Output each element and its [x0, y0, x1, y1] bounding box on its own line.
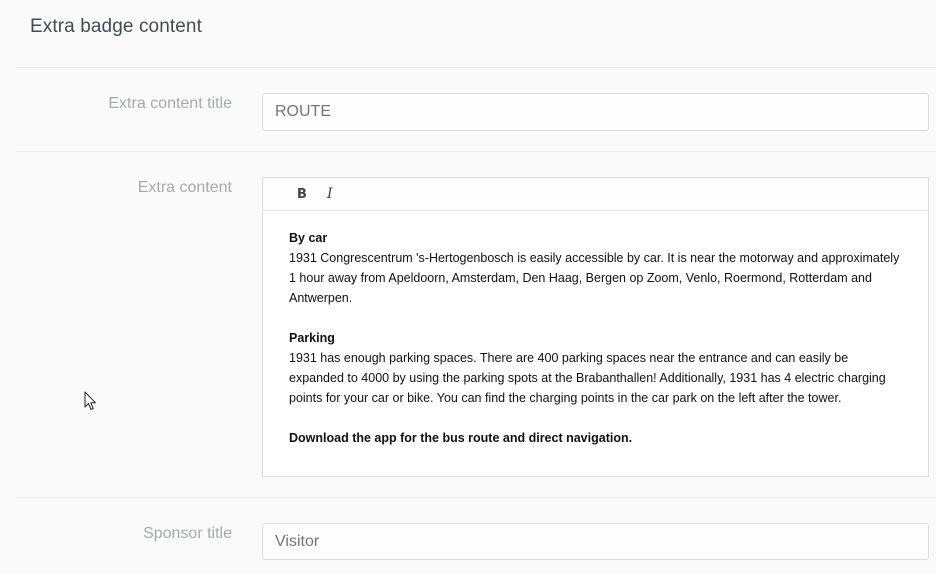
extra-content-editor[interactable]: B I By car 1931 Congrescentrum 's-Hertog… — [262, 177, 929, 477]
extra-content-title-label: Extra content title — [108, 95, 232, 112]
mouse-pointer-icon — [84, 391, 96, 410]
section-title: Extra badge content — [30, 16, 202, 37]
download-app-text: Download the app for the bus route and d… — [289, 431, 633, 445]
parking-paragraph: 1931 has enough parking spaces. There ar… — [289, 351, 886, 405]
extra-badge-content-page: Extra badge content Extra content title … — [0, 0, 936, 574]
parking-heading: Parking — [289, 331, 335, 345]
divider — [16, 151, 936, 152]
extra-content-title-input[interactable] — [262, 93, 929, 131]
sponsor-title-input[interactable] — [262, 523, 929, 560]
sponsor-title-label: Sponsor title — [143, 525, 232, 542]
bold-button[interactable]: B — [297, 187, 307, 202]
divider — [16, 67, 936, 68]
divider — [16, 497, 936, 498]
extra-content-label: Extra content — [137, 179, 232, 196]
by-car-paragraph: 1931 Congrescentrum 's-Hertogenbosch is … — [289, 251, 900, 305]
editor-toolbar: B I — [263, 178, 928, 211]
by-car-heading: By car — [289, 231, 328, 245]
italic-button[interactable]: I — [327, 186, 333, 202]
editor-content[interactable]: By car 1931 Congrescentrum 's-Hertogenbo… — [263, 211, 928, 448]
